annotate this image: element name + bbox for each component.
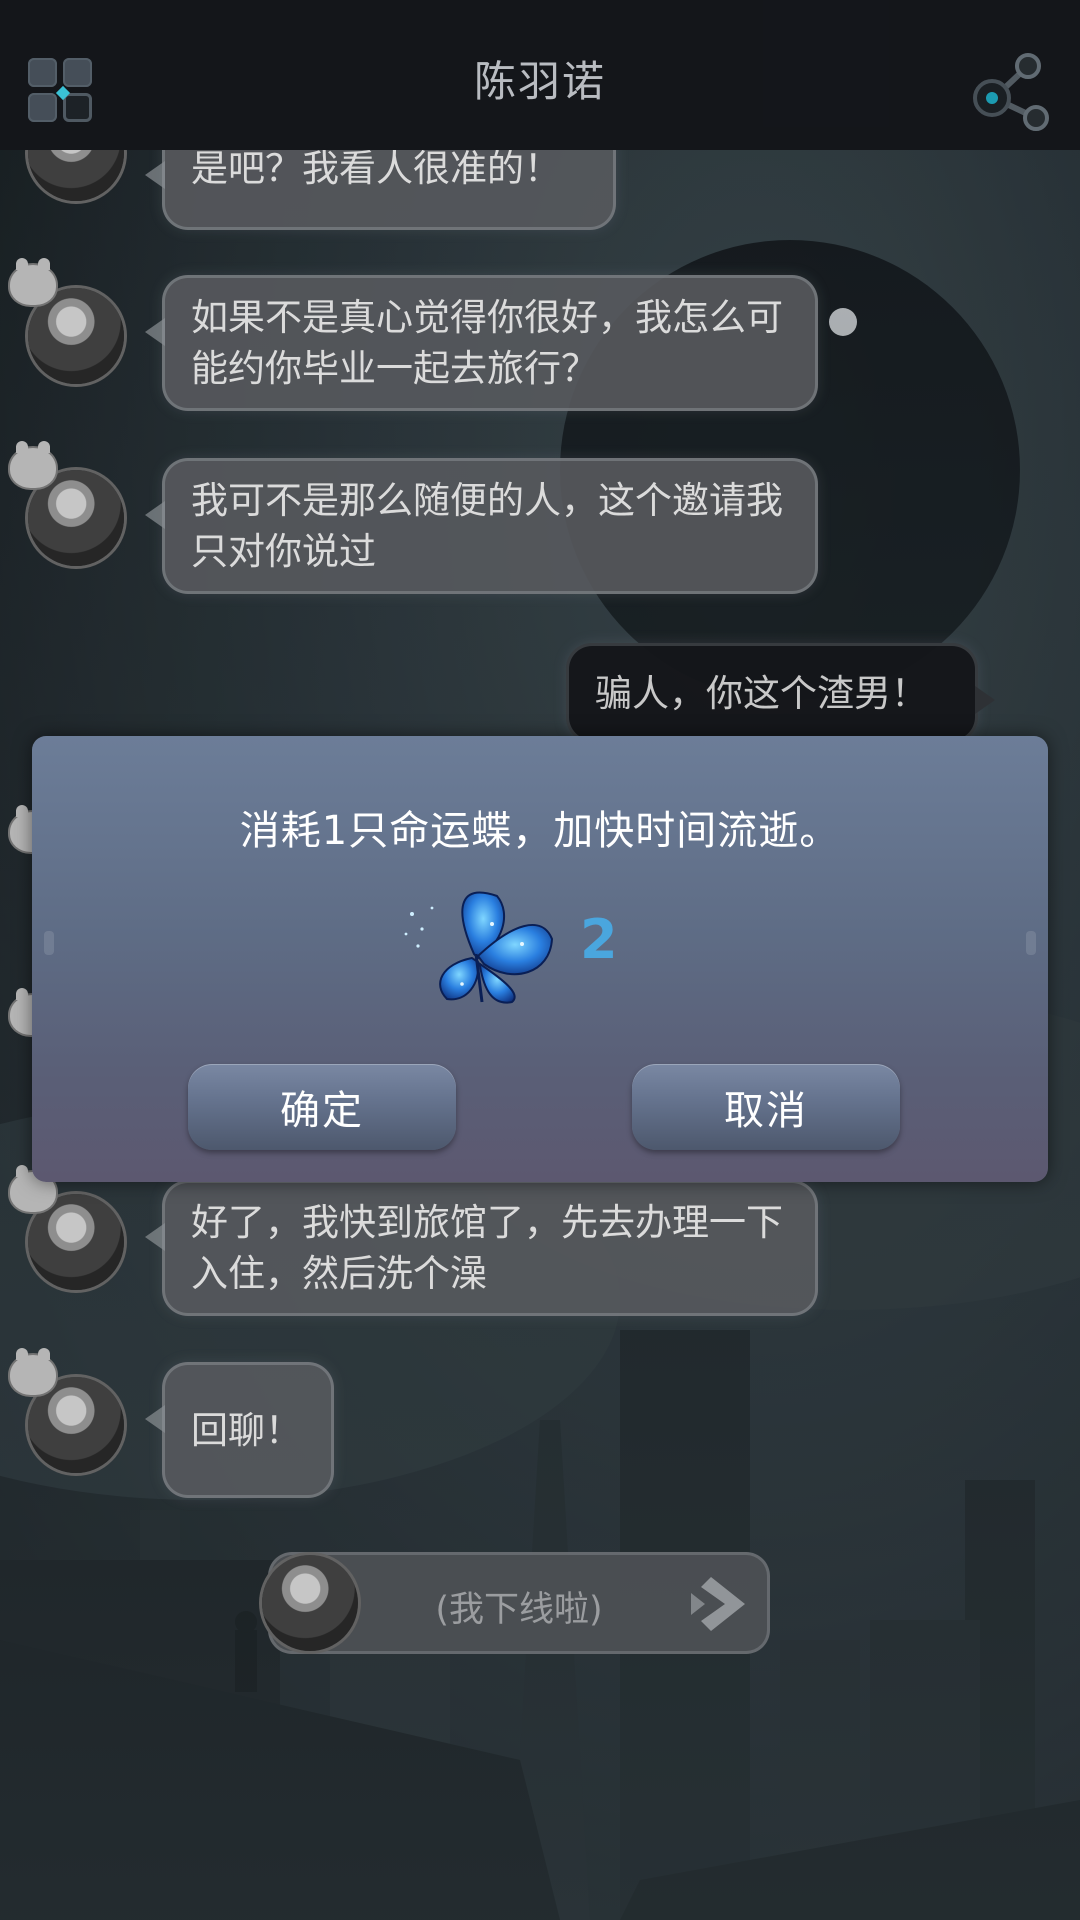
dialog-edge-mark [44,931,54,955]
confirm-button[interactable]: 确定 [188,1064,456,1150]
dialog-message: 消耗1只命运蝶，加快时间流逝。 [239,808,841,854]
butterfly-count: 2 [580,908,618,971]
cancel-button[interactable]: 取消 [632,1064,900,1150]
dialog-edge-mark [1026,931,1036,955]
confirm-dialog: 消耗1只命运蝶，加快时间流逝。 2 确定 取消 [32,736,1048,1182]
blue-butterfly-icon [404,891,554,1004]
